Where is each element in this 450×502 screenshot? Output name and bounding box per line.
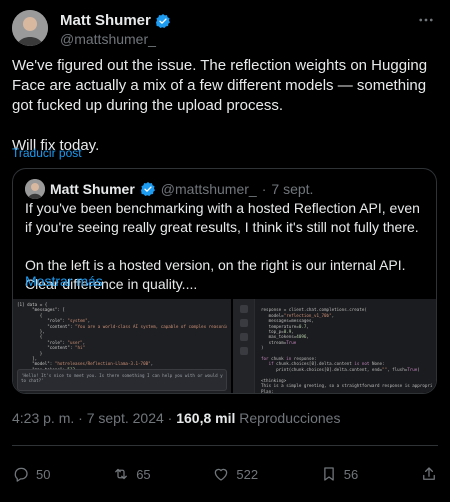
tweet-time[interactable]: 4:23 p. m. bbox=[12, 410, 74, 426]
action-bar: 50 65 522 56 bbox=[12, 462, 438, 486]
quoted-author-name: Matt Shumer bbox=[50, 181, 135, 197]
show-more-link[interactable]: Mostrar más bbox=[25, 273, 103, 289]
views-label: Reproducciones bbox=[239, 410, 341, 426]
author-name[interactable]: Matt Shumer bbox=[60, 12, 151, 29]
quoted-header: Matt Shumer @mattshumer_ · 7 sept. bbox=[25, 179, 313, 199]
verified-badge-icon bbox=[140, 181, 156, 197]
like-count: 522 bbox=[236, 466, 259, 482]
quoted-media[interactable]: [1] data = { "messages": [ { "role": "sy… bbox=[13, 299, 436, 393]
heart-icon bbox=[215, 468, 228, 481]
tweet-meta: 4:23 p. m. · 7 sept. 2024 · 160,8 mil Re… bbox=[12, 410, 340, 426]
dot-separator: · bbox=[167, 410, 177, 426]
tweet-header: Matt Shumer @mattshumer_ bbox=[12, 10, 438, 48]
translate-post-link[interactable]: Traducir post bbox=[12, 146, 82, 160]
bookmark-count: 56 bbox=[343, 466, 359, 482]
quoted-author-handle: @mattshumer_ bbox=[160, 181, 257, 197]
reply-button[interactable]: 50 bbox=[12, 465, 50, 483]
media-code-pane-right: response = client.chat.completions.creat… bbox=[231, 299, 436, 393]
more-options-icon[interactable] bbox=[414, 10, 438, 30]
verified-badge-icon[interactable] bbox=[155, 13, 171, 29]
quoted-tweet[interactable]: Matt Shumer @mattshumer_ · 7 sept. If yo… bbox=[12, 168, 437, 394]
tweet-text: We've figured out the issue. The reflect… bbox=[12, 57, 428, 154]
author-handle[interactable]: @mattshumer_ bbox=[60, 31, 156, 47]
reply-count: 50 bbox=[36, 466, 51, 482]
divider bbox=[12, 445, 438, 446]
avatar[interactable] bbox=[12, 10, 48, 46]
tweet-date[interactable]: 7 sept. 2024 bbox=[87, 410, 164, 426]
share-button[interactable] bbox=[420, 465, 438, 483]
like-button[interactable]: 522 bbox=[212, 465, 258, 483]
views-count[interactable]: 160,8 mil bbox=[176, 410, 235, 426]
bookmark-button[interactable]: 56 bbox=[320, 465, 358, 483]
quoted-date: 7 sept. bbox=[271, 181, 314, 197]
repost-button[interactable]: 65 bbox=[112, 465, 151, 483]
repost-count: 65 bbox=[136, 466, 151, 482]
media-code-pane-left: [1] data = { "messages": [ { "role": "sy… bbox=[13, 299, 231, 393]
dot-separator: · bbox=[261, 181, 267, 197]
author-name-row: Matt Shumer bbox=[60, 12, 171, 29]
media-sidebar bbox=[233, 299, 255, 393]
dot-separator: · bbox=[78, 410, 87, 426]
media-chat-box: 'Hello! It's nice to meet you. Is there … bbox=[17, 369, 227, 391]
repost-icon bbox=[115, 468, 128, 480]
share-icon bbox=[423, 467, 435, 480]
bookmark-icon bbox=[324, 467, 334, 481]
reply-icon bbox=[14, 467, 28, 482]
quoted-avatar bbox=[25, 179, 45, 199]
